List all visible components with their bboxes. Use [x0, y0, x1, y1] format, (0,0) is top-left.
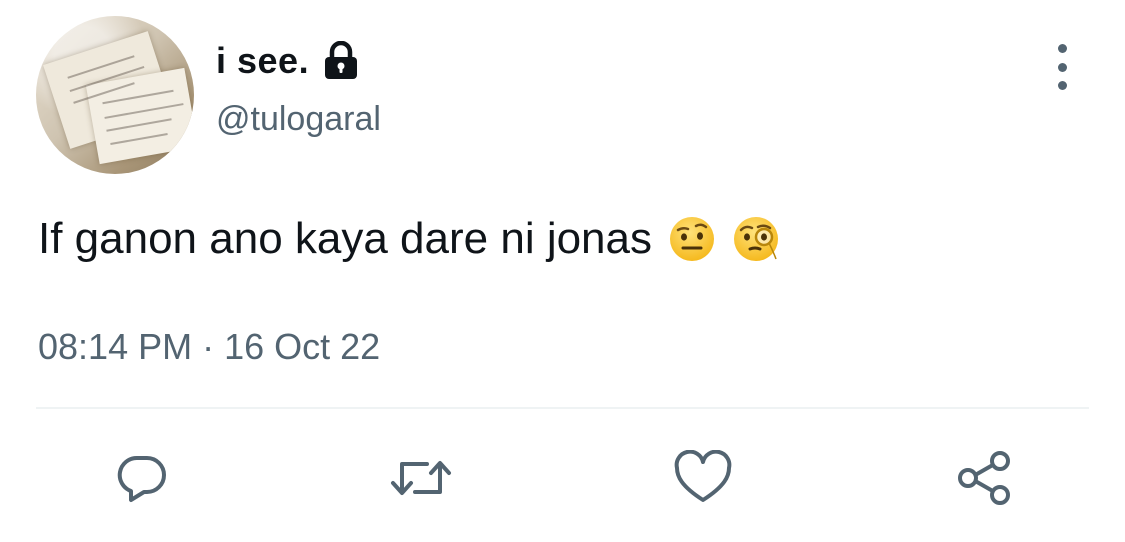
action-bar: [0, 448, 1125, 512]
tweet-text: If ganon ano kaya dare ni jonas: [38, 214, 653, 263]
retweet-button[interactable]: [389, 448, 453, 512]
divider: [36, 407, 1089, 409]
lock-icon: [323, 40, 359, 81]
avatar[interactable]: [36, 16, 194, 174]
more-vertical-icon[interactable]: [1044, 44, 1080, 90]
user-handle[interactable]: @tulogaral: [216, 100, 381, 139]
like-button[interactable]: [671, 448, 735, 512]
tweet-card: i see. @tulogaral If ganon ano kaya dare…: [0, 0, 1125, 542]
tweet-date: 16 Oct 22: [224, 326, 381, 367]
share-icon: [954, 448, 1014, 513]
more-dot: [1057, 62, 1067, 72]
more-dot: [1057, 44, 1067, 53]
heart-icon: [673, 449, 733, 511]
face-with-monocle-icon: [732, 215, 780, 263]
reply-button[interactable]: [110, 448, 174, 512]
tweet-text-row: If ganon ano kaya dare ni jonas: [38, 214, 780, 264]
tweet-time: 08:14 PM: [38, 326, 193, 367]
user-name-row: i see.: [216, 38, 359, 84]
tweet-timestamp[interactable]: 08:14 PM · 16 Oct 22: [38, 326, 380, 368]
display-name[interactable]: i see.: [216, 40, 309, 82]
reply-icon: [114, 450, 170, 511]
timestamp-separator: ·: [202, 326, 215, 367]
share-button[interactable]: [952, 448, 1016, 512]
face-with-raised-eyebrow-icon: [668, 215, 716, 263]
more-dot: [1057, 81, 1067, 90]
retweet-icon: [389, 450, 453, 511]
